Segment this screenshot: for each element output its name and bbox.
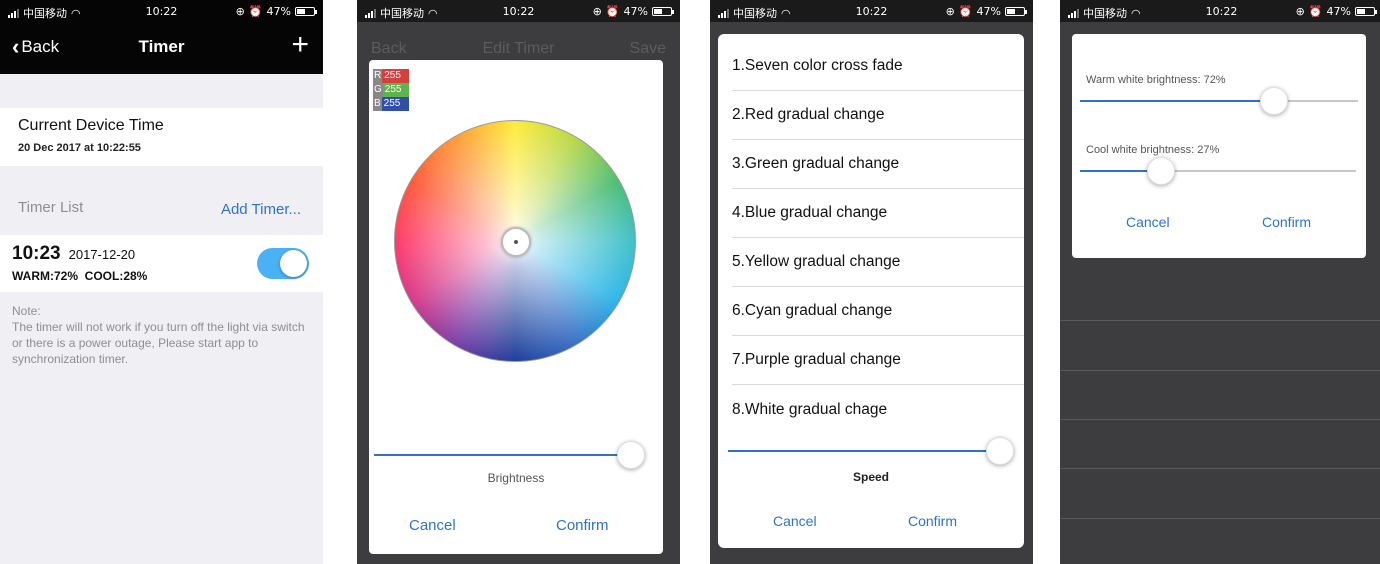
brightness-screen: 中国移动 ◠ 10:22 ⊕ ⏰ 47% Warm white brightness:… bbox=[1060, 0, 1380, 564]
color-picker-handle[interactable] bbox=[501, 227, 531, 257]
current-time-cell: Current Device Time 20 Dec 2017 at 10:22… bbox=[0, 108, 323, 166]
mode-dialog: 1.Seven color cross fade 2.Red gradual c… bbox=[718, 34, 1024, 548]
confirm-button[interactable]: Confirm bbox=[1262, 214, 1311, 230]
add-timer-button[interactable]: Add Timer... bbox=[221, 201, 301, 218]
color-picker-dialog: R 255 G 255 B 255 Brightness Cancel Confirm bbox=[369, 60, 663, 554]
handle-dot bbox=[514, 240, 518, 244]
back-label: Back bbox=[21, 37, 60, 56]
timer-screen: 中国移动 ◠ 10:22 ⊕ ⏰ 47% ‹ Back Timer + Current … bbox=[0, 0, 323, 564]
cancel-button[interactable]: Cancel bbox=[409, 517, 456, 534]
mode-item[interactable]: 1.Seven color cross fade bbox=[732, 42, 1024, 91]
cool-label: Cool white brightness: 27% bbox=[1086, 144, 1220, 156]
brightness-fill bbox=[374, 454, 631, 456]
cancel-button[interactable]: Cancel bbox=[1126, 214, 1170, 230]
edit-timer-screen: 中国移动 ◠ 10:22 ⊕ ⏰ 47% Back Edit Timer Save R… bbox=[357, 0, 680, 564]
timer-heading: 10:23 2017-12-20 bbox=[12, 243, 135, 265]
mode-item[interactable]: 6.Cyan gradual change bbox=[732, 287, 1024, 336]
dimmed-nav: Back Edit Timer Save bbox=[357, 22, 680, 60]
list-divider bbox=[1060, 370, 1380, 371]
current-time-label: Current Device Time bbox=[18, 117, 164, 134]
confirm-button[interactable]: Confirm bbox=[908, 513, 957, 529]
warm-slider[interactable] bbox=[1080, 87, 1358, 115]
battery-icon bbox=[295, 7, 317, 16]
battery-percent: 47% bbox=[623, 5, 648, 18]
note-text: Note: The timer will not work if you tur… bbox=[12, 304, 305, 366]
list-divider bbox=[1060, 468, 1380, 469]
warm-knob[interactable] bbox=[1260, 87, 1288, 115]
battery-icon bbox=[652, 7, 674, 16]
mode-item[interactable]: 4.Blue gradual change bbox=[732, 189, 1024, 238]
alarm-icon: ⏰ bbox=[605, 5, 620, 18]
mode-item[interactable]: 7.Purple gradual change bbox=[732, 336, 1024, 385]
battery-icon bbox=[1005, 7, 1027, 16]
battery-percent: 47% bbox=[1326, 5, 1351, 18]
cool-slider[interactable] bbox=[1080, 157, 1356, 185]
confirm-button[interactable]: Confirm bbox=[556, 517, 609, 534]
battery-percent: 47% bbox=[266, 5, 291, 18]
mode-item[interactable]: 8.White gradual chage bbox=[732, 385, 1024, 434]
lock-rotation-icon: ⊕ bbox=[592, 5, 602, 18]
timer-list-label: Timer List bbox=[18, 199, 84, 216]
lock-rotation-icon: ⊕ bbox=[235, 5, 245, 18]
speed-fill bbox=[728, 450, 1000, 452]
alarm-icon: ⏰ bbox=[248, 5, 263, 18]
status-bar: 中国移动 ◠ 10:22 ⊕ ⏰ 47% bbox=[0, 0, 323, 22]
timer-detail: WARM:72% COOL:28% bbox=[12, 269, 148, 283]
mode-item[interactable]: 5.Yellow gradual change bbox=[732, 238, 1024, 287]
mode-select-screen: 中国移动 ◠ 10:22 ⊕ ⏰ 47% 1.Seven color cross fa… bbox=[710, 0, 1033, 564]
speed-knob[interactable] bbox=[986, 437, 1014, 465]
list-divider bbox=[1060, 518, 1380, 519]
status-bar: 中国移动 ◠ 10:22 ⊕ ⏰ 47% bbox=[357, 0, 680, 22]
list-divider bbox=[1060, 320, 1380, 321]
timer-toggle[interactable] bbox=[257, 248, 309, 279]
timer-row[interactable]: 10:23 2017-12-20 WARM:72% COOL:28% bbox=[0, 235, 323, 292]
green-readout: G 255 bbox=[373, 83, 409, 97]
nav-bar: ‹ Back Timer + bbox=[0, 22, 323, 74]
warm-fill bbox=[1080, 100, 1274, 102]
blue-readout: B 255 bbox=[373, 97, 409, 111]
save-button: Save bbox=[629, 40, 666, 57]
alarm-icon: ⏰ bbox=[958, 5, 973, 18]
rgb-readout: R 255 G 255 B 255 bbox=[373, 69, 409, 111]
cancel-button[interactable]: Cancel bbox=[773, 513, 817, 529]
mode-item[interactable]: 2.Red gradual change bbox=[732, 91, 1024, 140]
status-bar: 中国移动 ◠ 10:22 ⊕ ⏰ 47% bbox=[710, 0, 1033, 22]
battery-percent: 47% bbox=[976, 5, 1001, 18]
color-wheel[interactable] bbox=[394, 120, 636, 362]
battery-icon bbox=[1355, 7, 1377, 16]
chevron-left-icon: ‹ bbox=[12, 34, 20, 59]
warm-label: Warm white brightness: 72% bbox=[1086, 74, 1226, 86]
brightness-knob[interactable] bbox=[617, 441, 645, 469]
current-time-value: 20 Dec 2017 at 10:22:55 bbox=[18, 142, 141, 154]
speed-slider[interactable] bbox=[728, 437, 1014, 465]
white-brightness-dialog: Warm white brightness: 72% Cool white br… bbox=[1072, 34, 1366, 258]
alarm-icon: ⏰ bbox=[1308, 5, 1323, 18]
lock-rotation-icon: ⊕ bbox=[945, 5, 955, 18]
list-divider bbox=[1060, 419, 1380, 420]
speed-label: Speed bbox=[852, 470, 889, 484]
plus-icon[interactable]: + bbox=[291, 28, 309, 62]
status-bar: 中国移动 ◠ 10:22 ⊕ ⏰ 47% bbox=[1060, 0, 1380, 22]
brightness-label: Brightness bbox=[487, 471, 545, 485]
cool-knob[interactable] bbox=[1147, 157, 1175, 185]
timer-date: 2017-12-20 bbox=[68, 247, 136, 262]
back-button[interactable]: ‹ Back bbox=[12, 34, 60, 59]
red-readout: R 255 bbox=[373, 69, 409, 83]
toggle-knob bbox=[280, 250, 307, 277]
brightness-slider[interactable] bbox=[374, 441, 645, 469]
lock-rotation-icon: ⊕ bbox=[1295, 5, 1305, 18]
timer-time: 10:23 bbox=[12, 243, 61, 264]
mode-item[interactable]: 3.Green gradual change bbox=[732, 140, 1024, 189]
